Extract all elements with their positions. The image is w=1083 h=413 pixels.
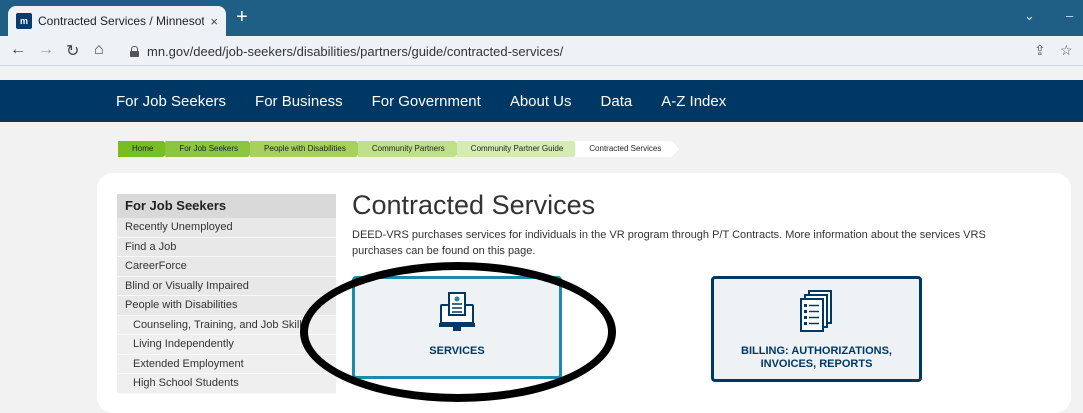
url-input[interactable]: mn.gov/deed/job-seekers/disabilities/par… [130, 40, 970, 62]
sidebar-item-high-school-students[interactable]: High School Students [117, 374, 336, 394]
nav-for-job-seekers[interactable]: For Job Seekers [116, 93, 226, 110]
nav-for-government[interactable]: For Government [372, 93, 481, 110]
breadcrumb: Home For Job Seekers People with Disabil… [118, 141, 673, 157]
forward-icon[interactable]: → [38, 41, 54, 59]
sidebar-item-extended-employment[interactable]: Extended Employment [117, 354, 336, 374]
sidebar-item-blind-visually-impaired[interactable]: Blind or Visually Impaired [117, 276, 336, 296]
browser-tab[interactable]: m Contracted Services / Minnesota × [8, 6, 226, 36]
tab-close-icon[interactable]: × [210, 14, 218, 29]
sidebar-item-find-a-job[interactable]: Find a Job [117, 237, 336, 257]
back-icon[interactable]: ← [10, 41, 26, 59]
nav-data[interactable]: Data [601, 93, 633, 110]
annotation-oval [300, 262, 616, 402]
intro-text: DEED-VRS purchases services for individu… [352, 229, 986, 257]
breadcrumb-community-partners[interactable]: Community Partners [358, 141, 463, 157]
url-text: mn.gov/deed/job-seekers/disabilities/par… [147, 43, 564, 59]
page-title: Contracted Services [352, 190, 596, 220]
tab-search-icon[interactable]: ⌄ [1024, 8, 1035, 24]
site-nav: For Job Seekers For Business For Governm… [0, 80, 1083, 122]
breadcrumb-people-with-disabilities[interactable]: People with Disabilities [250, 141, 364, 157]
checklist-documents-icon [799, 290, 832, 332]
address-bar-row: ← → ↻ ⌂ mn.gov/deed/job-seekers/disabili… [0, 36, 1083, 66]
bookmark-star-icon[interactable]: ☆ [1060, 42, 1073, 59]
tab-title: Contracted Services / Minnesota [38, 14, 205, 28]
share-icon[interactable]: ⇪ [1034, 42, 1046, 59]
billing-card-label: BILLING: AUTHORIZATIONS, INVOICES, REPOR… [741, 345, 892, 370]
site-favicon-icon: m [16, 13, 32, 29]
breadcrumb-for-job-seekers[interactable]: For Job Seekers [165, 141, 256, 157]
nav-about-us[interactable]: About Us [510, 93, 572, 110]
billing-card[interactable]: BILLING: AUTHORIZATIONS, INVOICES, REPOR… [711, 276, 922, 382]
reload-icon[interactable]: ↻ [66, 41, 79, 61]
breadcrumb-community-partner-guide[interactable]: Community Partner Guide [457, 141, 581, 157]
nav-a-z-index[interactable]: A-Z Index [661, 93, 726, 110]
sidebar-item-careerforce[interactable]: CareerForce [117, 257, 336, 277]
breadcrumb-current-page: Contracted Services [575, 141, 679, 157]
minimize-icon[interactable]: – [1066, 8, 1073, 23]
nav-for-business[interactable]: For Business [255, 93, 343, 110]
browser-tab-bar: m Contracted Services / Minnesota × + ⌄ … [0, 0, 1083, 36]
new-tab-icon[interactable]: + [236, 7, 248, 27]
sidebar-item-recently-unemployed[interactable]: Recently Unemployed [117, 218, 336, 238]
breadcrumb-home[interactable]: Home [118, 141, 171, 157]
sidebar-heading[interactable]: For Job Seekers [117, 194, 336, 218]
sidebar-item-people-with-disabilities[interactable]: People with Disabilities [117, 296, 336, 316]
sidebar: For Job Seekers Recently Unemployed Find… [117, 194, 336, 394]
lock-icon[interactable] [130, 45, 139, 57]
home-icon[interactable]: ⌂ [94, 41, 104, 59]
